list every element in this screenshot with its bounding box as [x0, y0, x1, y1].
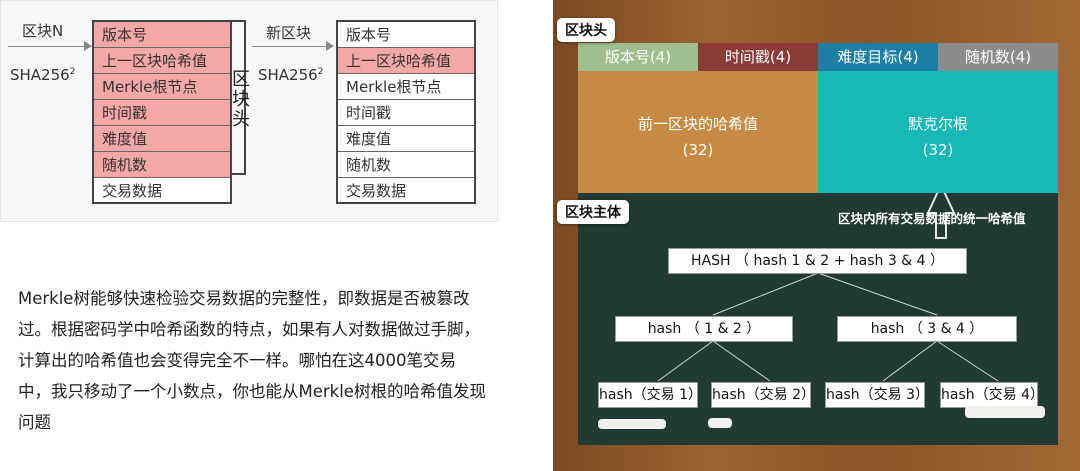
- tree-leaf-tx2: hash（交易 2）: [711, 382, 815, 408]
- merkle-root-size: (32): [922, 141, 954, 159]
- new-block-field: Merkle根节点: [338, 74, 474, 100]
- merkle-explanation-paragraph: Merkle树能够快速检验交易数据的完整性，即数据是否被篡改过。根据密码学中哈希…: [18, 289, 486, 432]
- merkle-root-label: 默克尔根: [907, 115, 968, 133]
- new-block-label: 新区块: [266, 24, 312, 42]
- sha-label-1: SHA2562: [10, 66, 76, 84]
- eraser: [965, 406, 1045, 418]
- prev-hash-cell: 前一区块的哈希值 (32): [578, 71, 818, 193]
- tree-edge: [712, 272, 819, 316]
- header-field-timestamp: 时间戳(4): [698, 43, 818, 71]
- new-block-field: 难度值: [338, 126, 474, 152]
- tree-leaf-tx4: hash（交易 4）: [940, 382, 1044, 408]
- tree-edge: [657, 340, 714, 382]
- block-n: 版本号 上一区块哈希值 Merkle根节点 时间戳 难度值 随机数 交易数据: [92, 20, 232, 204]
- block-n-field: Merkle根节点: [94, 74, 230, 100]
- new-block-field: 版本号: [338, 22, 474, 48]
- header-field-version: 版本号(4): [578, 43, 698, 71]
- chalk-piece: [598, 419, 666, 429]
- block-body-tag: 区块主体: [557, 200, 629, 224]
- body-caption: 区块内所有交易数据的统一哈希值: [838, 211, 1026, 226]
- sha-label-2: SHA2562: [258, 66, 324, 84]
- arrow-head-2: [326, 41, 334, 51]
- new-block-field: 随机数: [338, 152, 474, 178]
- header-field-difficulty: 难度目标(4): [818, 43, 938, 71]
- header-field-nonce: 随机数(4): [938, 43, 1058, 71]
- tree-leaf-tx3: hash（交易 3）: [825, 382, 929, 408]
- block-n-field: 难度值: [94, 126, 230, 152]
- new-block-field: 时间戳: [338, 100, 474, 126]
- tree-node-hash-1-2: hash （ 1 & 2 ）: [615, 316, 793, 342]
- header-bracket-label: 区块头: [232, 69, 250, 130]
- new-block-field: 上一区块哈希值: [338, 48, 474, 74]
- block-n-label: 区块N: [22, 22, 64, 40]
- tree-edge: [882, 340, 938, 382]
- block-n-field: 版本号: [94, 22, 230, 48]
- block-n-field: 交易数据: [102, 182, 163, 200]
- arrow-line-1: [8, 46, 86, 47]
- block-header-tag: 区块头: [557, 18, 615, 42]
- merkle-root-cell: 默克尔根 (32): [818, 71, 1058, 193]
- block-n-field: 时间戳: [94, 100, 230, 126]
- tree-edge: [936, 340, 999, 382]
- tree-edge: [817, 272, 938, 316]
- tree-edge: [712, 340, 771, 382]
- tree-node-hash-3-4: hash （ 3 & 4 ）: [837, 316, 1017, 342]
- block-n-field: 上一区块哈希值: [94, 48, 230, 74]
- tree-leaf-tx1: hash（交易 1）: [598, 382, 702, 408]
- block-n-field: 随机数: [94, 152, 230, 178]
- prev-hash-label: 前一区块的哈希值: [637, 115, 758, 133]
- new-block-field: 交易数据: [346, 182, 407, 200]
- tree-root-node: HASH （ hash 1 & 2 + hash 3 & 4 ）: [668, 248, 967, 274]
- new-block: 版本号 上一区块哈希值 Merkle根节点 时间戳 难度值 随机数 交易数据: [336, 20, 476, 204]
- arrow-head-1: [84, 41, 92, 51]
- arrow-line-2: [252, 46, 330, 47]
- prev-hash-size: (32): [682, 141, 714, 159]
- block-header-panel: 版本号(4) 时间戳(4) 难度目标(4) 随机数(4) 前一区块的哈希值 (3…: [578, 43, 1058, 193]
- chalk-piece: [708, 418, 732, 428]
